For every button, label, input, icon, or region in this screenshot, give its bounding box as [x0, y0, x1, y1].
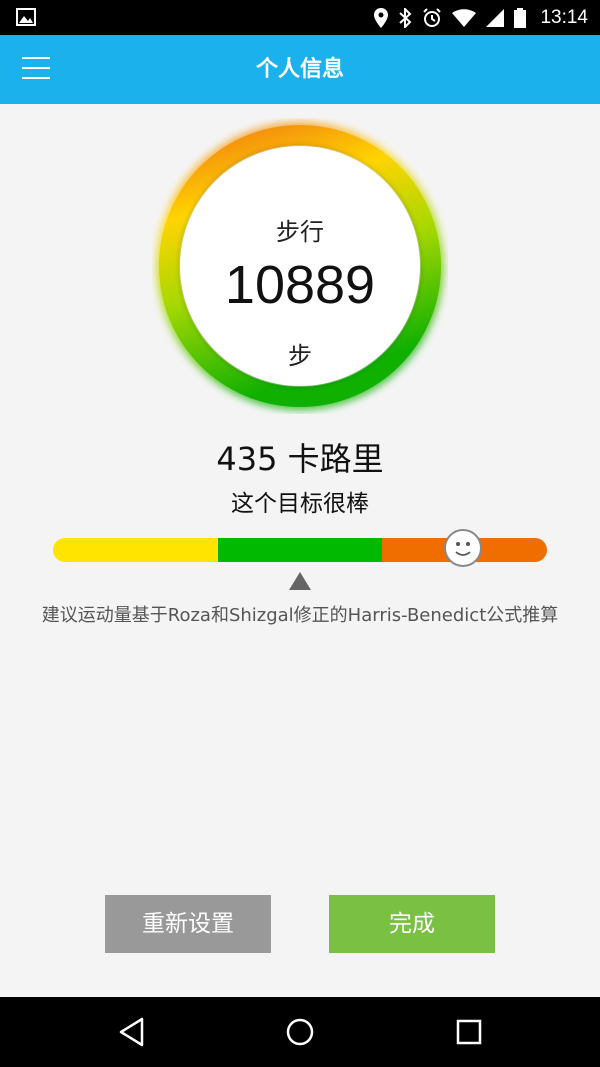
status-icons: 13:14: [374, 0, 588, 35]
status-time: 13:14: [540, 6, 588, 28]
triangle-marker-icon: [289, 572, 311, 590]
back-icon[interactable]: [114, 1014, 150, 1050]
wifi-icon: [452, 8, 477, 27]
page-title: 个人信息: [255, 57, 344, 82]
level-segment-low: [53, 538, 218, 562]
bluetooth-icon: [399, 7, 412, 28]
home-icon[interactable]: [282, 1014, 318, 1050]
navigation-bar: [0, 997, 600, 1067]
main-content: 步行 10889 步 435 卡路里 这个目标很棒 建议运动量基于Roza和Sh…: [0, 104, 600, 997]
done-button[interactable]: 完成: [329, 895, 495, 953]
goal-rating-text: 这个目标很棒: [231, 491, 369, 517]
steps-unit: 步: [288, 342, 312, 370]
alarm-icon: [423, 7, 442, 27]
calories-text: 435 卡路里: [216, 440, 384, 478]
formula-note: 建议运动量基于Roza和Shizgal修正的Harris-Benedict公式推…: [41, 605, 559, 626]
image-icon: [16, 8, 36, 26]
app-bar: 个人信息: [0, 35, 600, 104]
steps-label: 步行: [276, 218, 324, 246]
step-ring: 步行 10889 步: [152, 118, 448, 414]
ring-center: 步行 10889 步: [180, 146, 420, 386]
level-segment-mid: [218, 538, 382, 562]
smiley-face-icon[interactable]: [444, 529, 483, 567]
status-bar: 13:14: [0, 0, 600, 35]
location-icon: [374, 7, 389, 28]
reset-button[interactable]: 重新设置: [105, 895, 271, 953]
signal-icon: [486, 8, 505, 27]
steps-value: 10889: [224, 255, 376, 315]
battery-icon: [514, 7, 527, 28]
recents-icon[interactable]: [451, 1014, 487, 1050]
